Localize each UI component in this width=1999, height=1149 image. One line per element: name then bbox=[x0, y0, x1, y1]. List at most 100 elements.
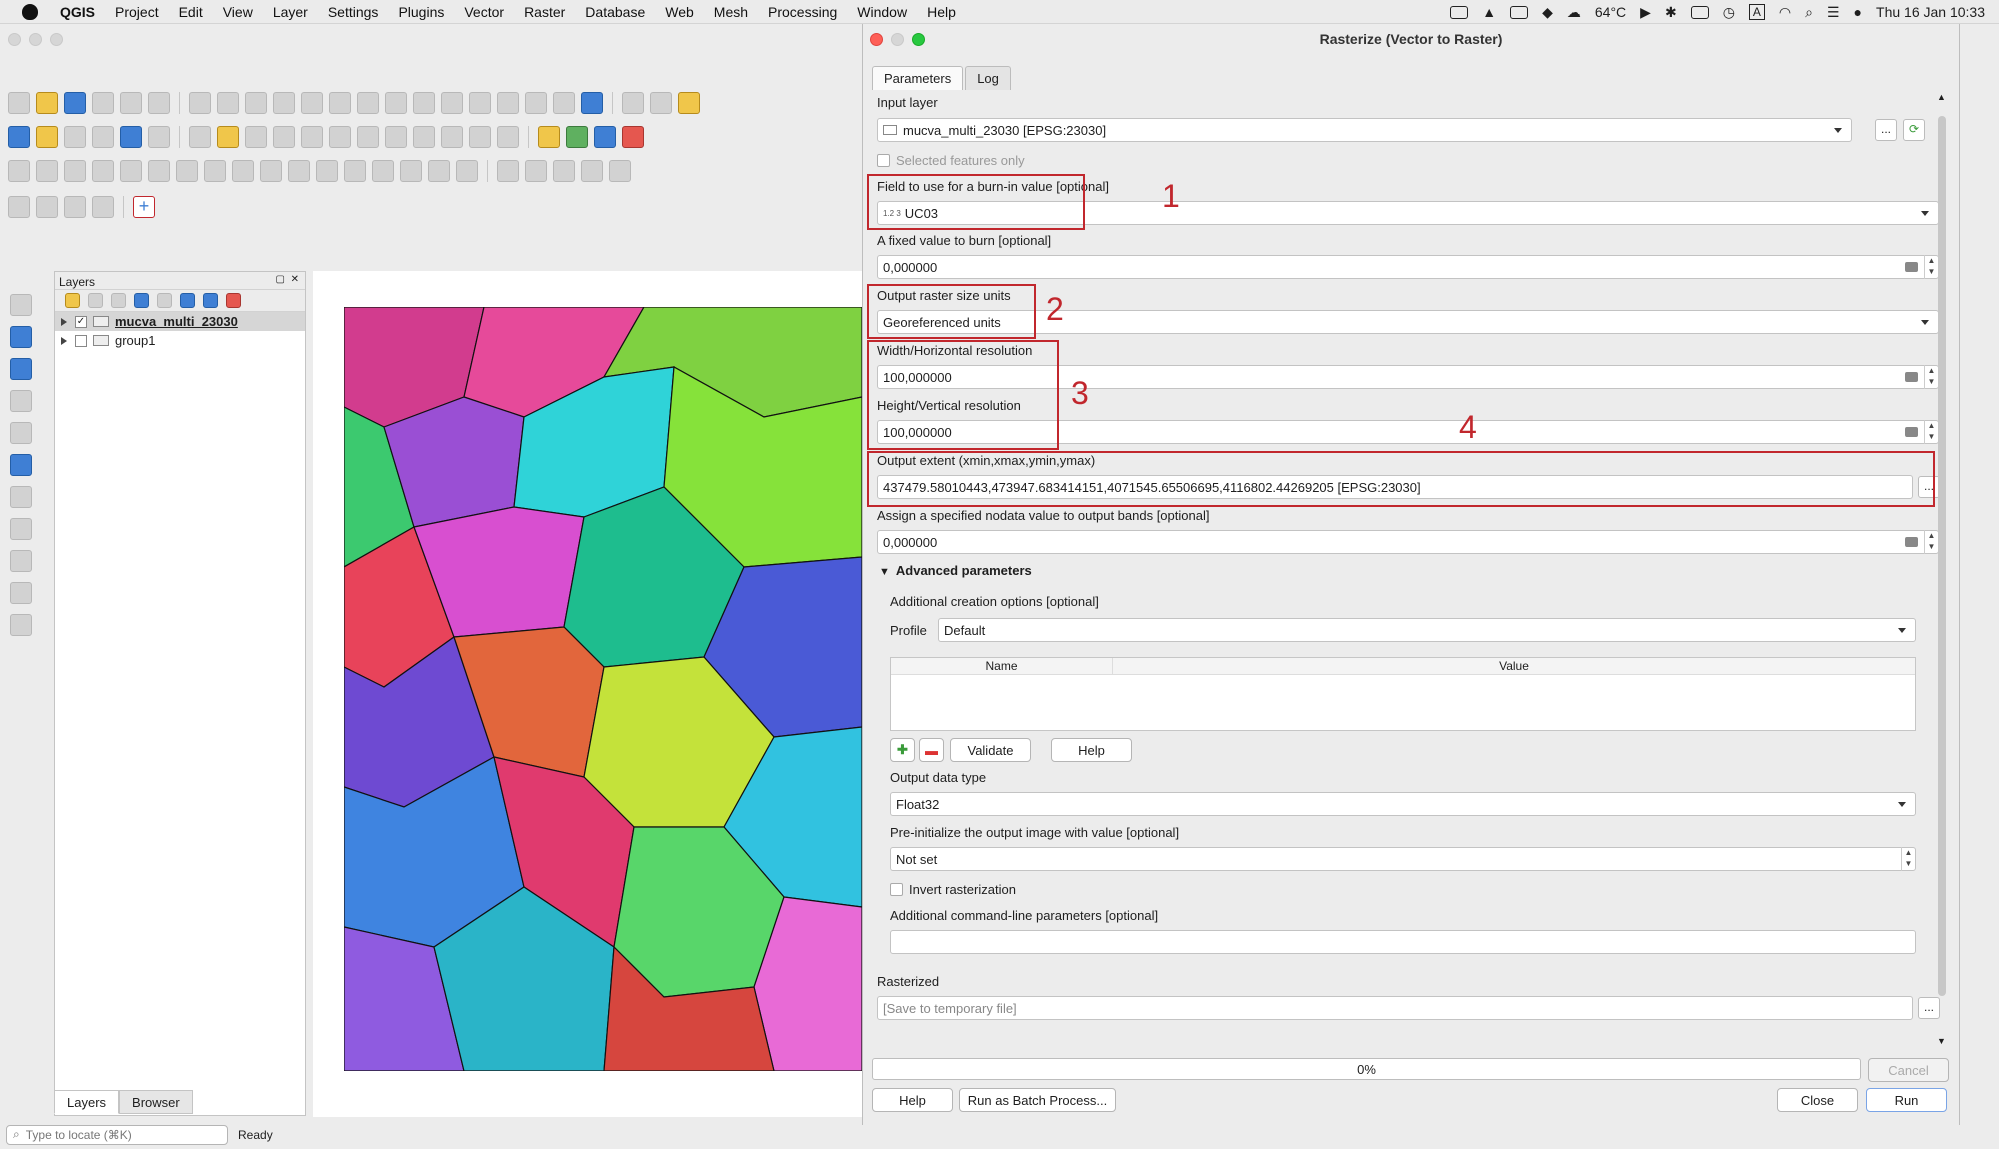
offset-curve-icon[interactable] bbox=[260, 160, 282, 182]
manage-map-themes-icon[interactable] bbox=[111, 293, 126, 308]
parameters-scrollbar[interactable]: ▲ ▼ bbox=[1935, 92, 1949, 1046]
menu-plugins[interactable]: Plugins bbox=[388, 4, 454, 20]
gps-icon[interactable] bbox=[36, 196, 58, 218]
expand-arrow-icon[interactable] bbox=[61, 317, 67, 326]
add-part-icon[interactable] bbox=[120, 160, 142, 182]
input-layer-browse-button[interactable]: ... bbox=[1875, 119, 1897, 141]
new-virtual-layer-icon[interactable] bbox=[120, 126, 142, 148]
merge-features-icon[interactable] bbox=[344, 160, 366, 182]
data-source-manager-icon[interactable] bbox=[8, 126, 30, 148]
reshape-features-icon[interactable] bbox=[232, 160, 254, 182]
tab-browser[interactable]: Browser bbox=[119, 1090, 193, 1114]
measure-angle-icon[interactable] bbox=[553, 160, 575, 182]
fill-ring-icon[interactable] bbox=[148, 160, 170, 182]
battery-icon[interactable] bbox=[1690, 5, 1709, 19]
help-button[interactable]: Help bbox=[872, 1088, 953, 1112]
layer-item[interactable]: ✓ mucva_multi_23030 bbox=[55, 312, 305, 331]
add-option-button[interactable]: ✚ bbox=[890, 738, 915, 762]
locator-input[interactable]: ⌕ Type to locate (⌘K) bbox=[6, 1124, 228, 1145]
group-visibility-checkbox[interactable] bbox=[75, 334, 87, 347]
clear-value-icon[interactable] bbox=[1905, 372, 1918, 382]
add-delimited-text-icon[interactable] bbox=[10, 390, 32, 412]
invert-rasterization-checkbox[interactable] bbox=[890, 883, 903, 896]
show-bookmarks-icon[interactable] bbox=[553, 92, 575, 114]
menu-help[interactable]: Help bbox=[917, 4, 966, 20]
add-gps-layer-icon[interactable] bbox=[10, 422, 32, 444]
add-group-icon[interactable] bbox=[88, 293, 103, 308]
remove-layer-icon[interactable] bbox=[226, 293, 241, 308]
scroll-up-arrow-icon[interactable]: ▲ bbox=[1937, 92, 1946, 102]
units-select[interactable]: Georeferenced units bbox=[877, 310, 1939, 334]
add-raster-layer-icon[interactable] bbox=[10, 326, 32, 348]
delete-ring-icon[interactable] bbox=[176, 160, 198, 182]
menu-layer[interactable]: Layer bbox=[263, 4, 318, 20]
trim-extend-icon[interactable] bbox=[456, 160, 478, 182]
add-mssql-icon[interactable] bbox=[10, 518, 32, 540]
clock-icon[interactable]: ◷ bbox=[1723, 4, 1735, 21]
clear-value-icon[interactable] bbox=[1905, 262, 1918, 272]
redo-icon[interactable] bbox=[497, 126, 519, 148]
column-header-name[interactable]: Name bbox=[891, 658, 1113, 674]
menu-settings[interactable]: Settings bbox=[318, 4, 389, 20]
split-parts-icon[interactable] bbox=[316, 160, 338, 182]
filter-legend-icon[interactable] bbox=[134, 293, 149, 308]
zoom-to-layer-icon[interactable] bbox=[357, 92, 379, 114]
add-spatialite-icon[interactable] bbox=[10, 454, 32, 476]
play-icon[interactable]: ▶ bbox=[1640, 4, 1651, 21]
split-features-icon[interactable] bbox=[288, 160, 310, 182]
control-center-icon[interactable]: ☰ bbox=[1827, 4, 1840, 21]
close-window-button[interactable] bbox=[8, 33, 21, 46]
dialog-minimize-dot[interactable] bbox=[891, 33, 904, 46]
new-map-view-icon[interactable] bbox=[469, 92, 491, 114]
save-edits-icon[interactable] bbox=[245, 126, 267, 148]
zoom-full-icon[interactable] bbox=[301, 92, 323, 114]
app-icon[interactable] bbox=[1510, 5, 1529, 19]
advanced-parameters-toggle[interactable]: ▼ Advanced parameters bbox=[879, 563, 1032, 578]
nodata-input[interactable]: 0,000000 ▲ ▼ bbox=[877, 530, 1939, 554]
vertex-tool-icon[interactable] bbox=[301, 126, 323, 148]
zoom-in-icon[interactable] bbox=[245, 92, 267, 114]
preinit-input[interactable]: Not set ▲ ▼ bbox=[890, 847, 1916, 871]
display-icon[interactable] bbox=[1450, 5, 1469, 19]
close-panel-icon[interactable]: ✕ bbox=[291, 274, 299, 285]
advanced-digitize-icon[interactable] bbox=[8, 160, 30, 182]
refresh-icon[interactable] bbox=[581, 92, 603, 114]
fixed-value-input[interactable]: 0,000000 ▲ ▼ bbox=[877, 255, 1939, 279]
menu-window[interactable]: Window bbox=[847, 4, 917, 20]
bookmark-icon[interactable] bbox=[525, 92, 547, 114]
menu-vector[interactable]: Vector bbox=[454, 4, 514, 20]
paste-features-icon[interactable] bbox=[441, 126, 463, 148]
new-spatialite-layer-icon[interactable] bbox=[92, 126, 114, 148]
float-panel-icon[interactable]: ▢ bbox=[276, 274, 285, 285]
tab-parameters[interactable]: Parameters bbox=[872, 66, 964, 90]
add-point-icon[interactable]: + bbox=[133, 196, 155, 218]
filter-by-expression-icon[interactable] bbox=[157, 293, 172, 308]
add-wfs-icon[interactable] bbox=[10, 582, 32, 604]
search-icon[interactable]: ⌕ bbox=[1805, 4, 1813, 21]
modify-attributes-icon[interactable] bbox=[329, 126, 351, 148]
current-edits-icon[interactable] bbox=[189, 126, 211, 148]
delete-part-icon[interactable] bbox=[204, 160, 226, 182]
new-print-layout-icon[interactable] bbox=[92, 92, 114, 114]
add-virtual-layer-icon[interactable] bbox=[10, 614, 32, 636]
menu-web[interactable]: Web bbox=[655, 4, 704, 20]
expand-all-icon[interactable] bbox=[180, 293, 195, 308]
siri-icon[interactable]: ● bbox=[1854, 4, 1862, 20]
menu-app-qgis[interactable]: QGIS bbox=[50, 4, 105, 20]
temperature-readout[interactable]: 64°C bbox=[1595, 4, 1626, 20]
diagram-icon[interactable] bbox=[566, 126, 588, 148]
data-type-select[interactable]: Float32 bbox=[890, 792, 1916, 816]
scroll-down-arrow-icon[interactable]: ▼ bbox=[1937, 1036, 1946, 1046]
zoom-out-icon[interactable] bbox=[273, 92, 295, 114]
delete-selected-icon[interactable] bbox=[357, 126, 379, 148]
pan-map-icon[interactable] bbox=[189, 92, 211, 114]
wifi-icon[interactable]: ◠ bbox=[1779, 4, 1791, 21]
cut-features-icon[interactable] bbox=[385, 126, 407, 148]
new-geopackage-layer-icon[interactable] bbox=[36, 126, 58, 148]
zoom-native-icon[interactable] bbox=[385, 92, 407, 114]
add-postgis-icon[interactable] bbox=[10, 486, 32, 508]
open-layer-styling-icon[interactable] bbox=[65, 293, 80, 308]
dialog-zoom-dot[interactable] bbox=[912, 33, 925, 46]
run-button[interactable]: Run bbox=[1866, 1088, 1947, 1112]
menu-database[interactable]: Database bbox=[575, 4, 655, 20]
